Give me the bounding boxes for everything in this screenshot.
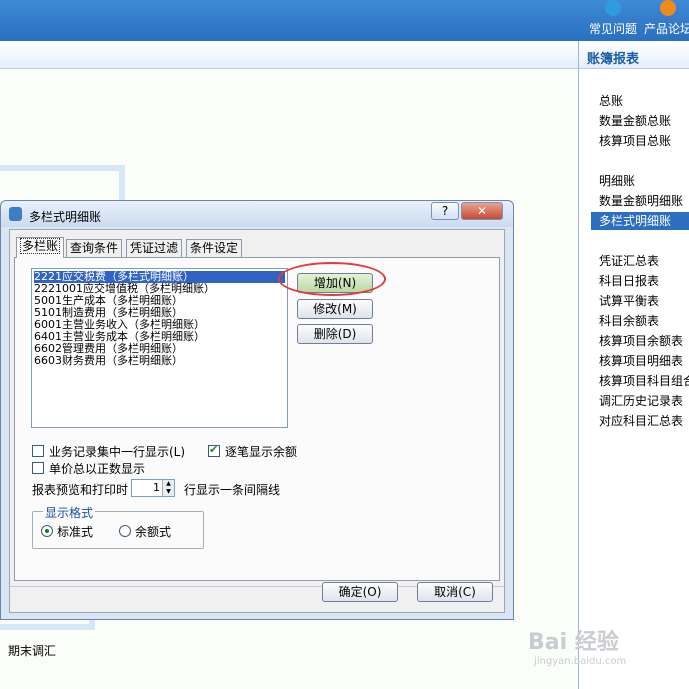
tab-panel: 2221应交税费（多栏式明细账） 2221001应交增值税（多栏明细账） 500… bbox=[14, 257, 500, 581]
menu-item-contra-summary[interactable]: 对应科目汇总表 bbox=[599, 412, 683, 430]
forum-button[interactable]: 产品论坛 bbox=[641, 0, 689, 41]
unit-price-positive-label: 单价总以正数显示 bbox=[49, 462, 146, 476]
menu-item-item-ledger[interactable]: 核算项目总账 bbox=[599, 132, 671, 150]
tab-condition-settings[interactable]: 条件设定 bbox=[186, 239, 243, 257]
menu-item-qty-amount-ledger[interactable]: 数量金额总账 bbox=[599, 112, 671, 130]
merge-one-line-checkbox[interactable] bbox=[32, 445, 44, 457]
period-end-exchange-item[interactable]: 期末调汇 bbox=[8, 642, 56, 659]
list-item[interactable]: 6603财务费用（多栏明细账） bbox=[34, 355, 185, 367]
standard-format-label: 标准式 bbox=[57, 525, 94, 539]
watermark-url: jingyan.baidu.com bbox=[534, 656, 627, 667]
unit-price-positive-checkbox[interactable] bbox=[32, 462, 44, 474]
stepper-value: 1 bbox=[153, 481, 160, 494]
tab-query-conditions[interactable]: 查询条件 bbox=[66, 239, 123, 257]
show-balance-checkbox[interactable] bbox=[208, 443, 220, 457]
menu-item-item-account-combo[interactable]: 核算项目科目组合 bbox=[599, 372, 689, 390]
balance-format-label: 余额式 bbox=[135, 525, 172, 539]
menu-item-item-detail[interactable]: 核算项目明细表 bbox=[599, 352, 683, 370]
top-toolbar: 常见问题 产品论坛 bbox=[0, 0, 689, 41]
display-format-legend: 显示格式 bbox=[43, 504, 96, 521]
menu-item-general-ledger[interactable]: 总账 bbox=[599, 92, 623, 110]
show-balance-label: 逐笔显示余额 bbox=[225, 445, 298, 459]
faq-label: 常见问题 bbox=[588, 22, 637, 36]
forum-icon bbox=[660, 0, 676, 16]
ok-button[interactable]: 确定(O) bbox=[322, 582, 398, 602]
menu-item-item-balance[interactable]: 核算项目余额表 bbox=[599, 332, 683, 350]
edit-button[interactable]: 修改(M) bbox=[297, 299, 373, 319]
dialog-title-bar: 多栏式明细账 ? ✕ bbox=[1, 201, 513, 227]
close-button[interactable]: ✕ bbox=[461, 202, 503, 220]
menu-item-daily-report[interactable]: 科目日报表 bbox=[599, 272, 659, 290]
menu-item-qty-amount-detail[interactable]: 数量金额明细账 bbox=[599, 192, 683, 210]
print-row-prefix: 报表预览和打印时 bbox=[32, 483, 129, 497]
account-listbox[interactable]: 2221应交税费（多栏式明细账） 2221001应交增值税（多栏明细账） 500… bbox=[31, 268, 288, 428]
merge-one-line-label: 业务记录集中一行显示(L) bbox=[49, 445, 186, 459]
menu-item-trial-balance[interactable]: 试算平衡表 bbox=[599, 292, 659, 310]
interval-line-stepper[interactable]: 1 ▲ ▼ bbox=[131, 479, 175, 497]
watermark: Bai 经验 bbox=[528, 630, 619, 655]
menu-item-voucher-summary[interactable]: 凭证汇总表 bbox=[599, 252, 659, 270]
tab-multi-column[interactable]: 多栏账 bbox=[16, 237, 65, 258]
help-button[interactable]: ? bbox=[431, 202, 459, 220]
menu-item-multi-column-detail[interactable]: 多栏式明细账 bbox=[591, 212, 689, 230]
print-row-suffix: 行显示一条间隔线 bbox=[184, 483, 281, 497]
standard-format-radio[interactable] bbox=[41, 525, 53, 537]
highlight-circle bbox=[278, 262, 386, 296]
cancel-button[interactable]: 取消(C) bbox=[417, 582, 493, 602]
multi-column-detail-dialog: 多栏式明细账 ? ✕ 多栏账 查询条件 凭证过滤 条件设定 2221应交税费（多… bbox=[0, 200, 514, 620]
forum-label: 产品论坛 bbox=[643, 22, 689, 36]
right-panel-title: 账簿报表 bbox=[578, 41, 689, 69]
tab-label: 多栏账 bbox=[20, 238, 61, 254]
dialog-body: 多栏账 查询条件 凭证过滤 条件设定 2221应交税费（多栏式明细账） 2221… bbox=[9, 229, 505, 613]
menu-item-account-balance[interactable]: 科目余额表 bbox=[599, 312, 659, 330]
app-icon bbox=[9, 207, 22, 221]
faq-button[interactable]: 常见问题 bbox=[586, 0, 640, 41]
dialog-title: 多栏式明细账 bbox=[29, 210, 102, 224]
menu-item-exchange-history[interactable]: 调汇历史记录表 bbox=[599, 392, 683, 410]
delete-button[interactable]: 删除(D) bbox=[297, 324, 373, 344]
menu-item-detail-ledger[interactable]: 明细账 bbox=[599, 172, 635, 190]
report-menu-panel: 总账 数量金额总账 核算项目总账 明细账 数量金额明细账 多栏式明细账 凭证汇总… bbox=[578, 69, 689, 689]
stepper-arrows-icon[interactable]: ▲ ▼ bbox=[162, 480, 174, 496]
tab-voucher-filter[interactable]: 凭证过滤 bbox=[126, 239, 183, 257]
question-icon bbox=[605, 0, 621, 16]
balance-format-radio[interactable] bbox=[119, 525, 131, 537]
